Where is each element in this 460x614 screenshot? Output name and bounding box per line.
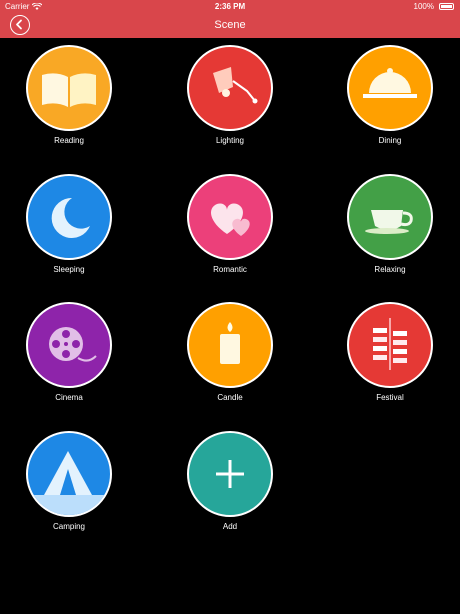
add-scene-button[interactable]: Add — [170, 431, 290, 541]
scene-circle — [187, 302, 273, 388]
scene-label: Relaxing — [374, 265, 406, 274]
scene-label: Add — [222, 522, 238, 531]
moon-icon — [51, 197, 90, 238]
film-reel-icon — [49, 327, 97, 362]
scene-label: Reading — [54, 136, 84, 145]
scene-circle — [26, 174, 112, 260]
scene-tile-reading[interactable]: Reading — [9, 45, 129, 155]
teacup-icon — [365, 210, 413, 234]
lamp-icon — [213, 67, 258, 104]
scene-tile-camping[interactable]: Camping — [9, 431, 129, 541]
page-title: Scene — [214, 19, 246, 31]
scene-circle — [347, 302, 433, 388]
scene-label: Cinema — [55, 393, 83, 402]
clock: 2:36 PM — [214, 2, 246, 11]
cloche-icon — [363, 68, 417, 98]
scene-label: Romantic — [213, 265, 247, 274]
scene-circle — [347, 45, 433, 131]
battery-percent: 100% — [413, 2, 434, 11]
scene-circle — [26, 45, 112, 131]
scene-tile-romantic[interactable]: Romantic — [170, 174, 290, 284]
scene-tile-festival[interactable]: Festival — [330, 302, 450, 412]
plus-icon — [216, 460, 244, 488]
scene-circle — [26, 431, 112, 517]
battery-icon — [439, 3, 454, 10]
tent-icon — [28, 451, 110, 515]
hearts-icon — [211, 203, 250, 236]
scene-tile-sleeping[interactable]: Sleeping — [9, 174, 129, 284]
scene-circle — [26, 302, 112, 388]
scene-tile-cinema[interactable]: Cinema — [9, 302, 129, 412]
firecracker-icon — [373, 318, 407, 370]
scene-circle — [187, 174, 273, 260]
scene-tile-relaxing[interactable]: Relaxing — [330, 174, 450, 284]
scene-label: Camping — [52, 522, 85, 531]
scene-label: Festival — [376, 393, 404, 402]
scene-tile-lighting[interactable]: Lighting — [170, 45, 290, 155]
scene-circle — [187, 431, 273, 517]
status-bar: Carrier 2:36 PM 100% — [0, 0, 460, 14]
book-icon — [42, 73, 96, 107]
scene-tile-dining[interactable]: Dining — [330, 45, 450, 155]
candle-icon — [220, 322, 240, 364]
navigation-bar: Scene — [0, 14, 460, 38]
scene-label: Lighting — [215, 136, 245, 145]
scene-label: Sleeping — [53, 265, 85, 274]
scene-label: Dining — [378, 136, 402, 145]
scene-circle — [347, 174, 433, 260]
scene-label: Candle — [217, 393, 243, 402]
scene-tile-candle[interactable]: Candle — [170, 302, 290, 412]
scene-circle — [187, 45, 273, 131]
